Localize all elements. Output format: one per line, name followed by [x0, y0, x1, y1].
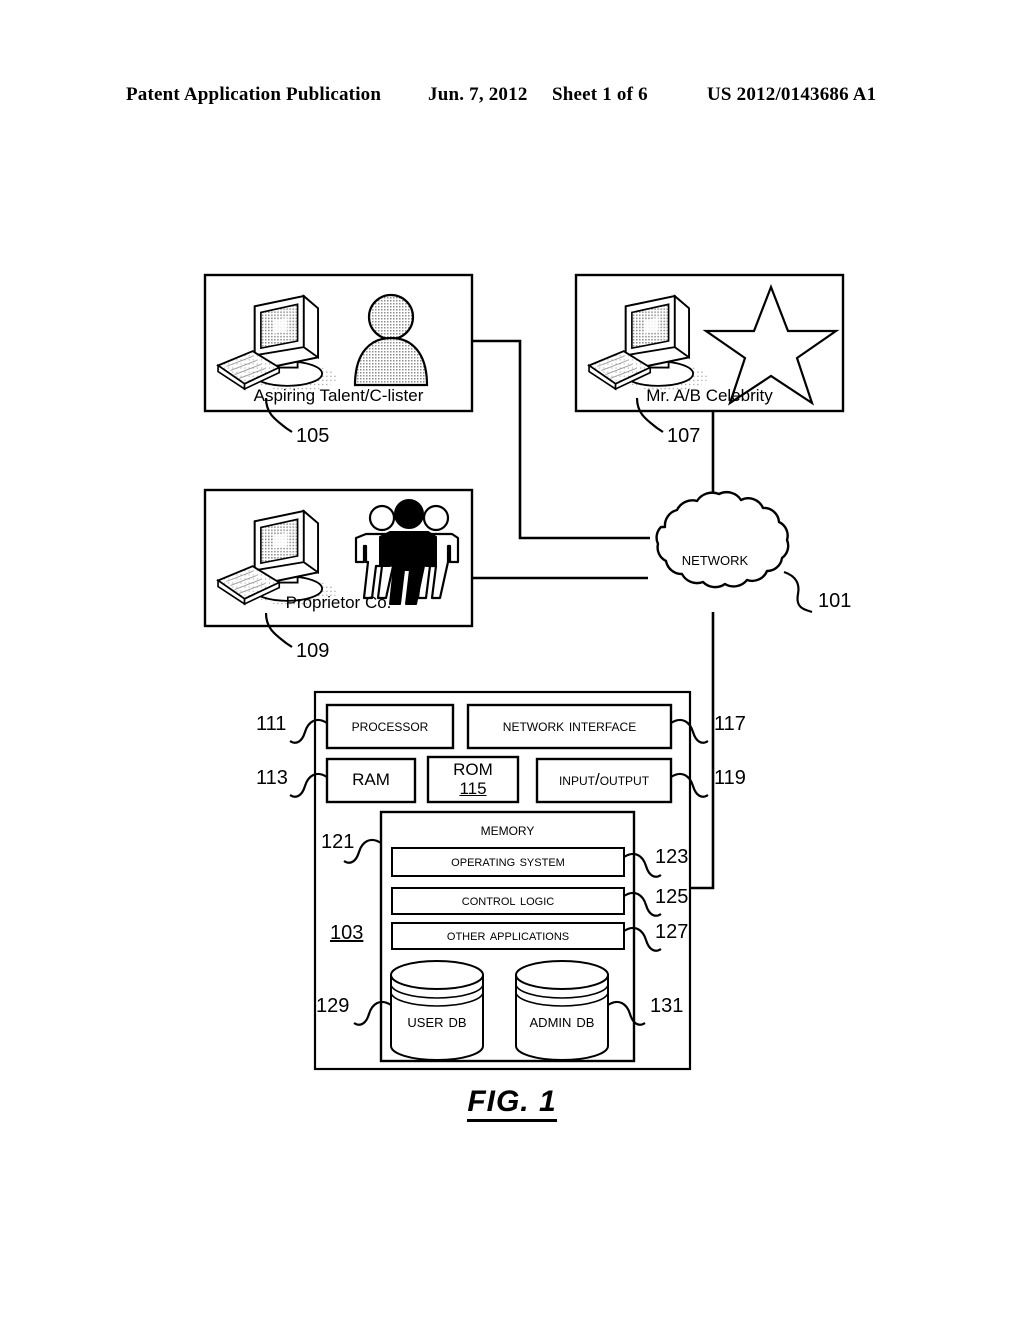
ref-129: 129 — [316, 995, 350, 1017]
ref-127: 127 — [655, 921, 689, 943]
figure-caption-text: FIG. 1 — [467, 1085, 557, 1122]
processor-label: Processor — [351, 716, 429, 735]
ref-117: 117 — [714, 713, 746, 735]
connector-network-to-device — [690, 612, 715, 890]
ref-121: 121 — [321, 831, 355, 853]
leader-101 — [783, 570, 813, 614]
ref-131: 131 — [650, 995, 684, 1017]
admin-db-label: Admin DB — [529, 1011, 595, 1031]
terminal-box-105 — [203, 273, 474, 433]
ref-119: 119 — [714, 767, 746, 789]
ref-101: 101 — [818, 590, 852, 612]
ref-107: 107 — [667, 425, 701, 447]
memory-label: Memory — [480, 820, 535, 839]
terminal-label-aspiring-talent: Aspiring Talent/C-lister — [253, 386, 424, 405]
ram-label: RAM — [352, 770, 390, 789]
terminal-label-proprietor: Proprietor Co. — [285, 593, 392, 612]
terminal-label-celebrity: Mr. A/B Celebrity — [646, 386, 773, 405]
input-output-label: Input/output — [558, 770, 650, 789]
network-interface-label: Network interface — [502, 716, 637, 735]
operating-system-label: Operating system — [451, 853, 565, 870]
three-people-icon — [354, 499, 460, 605]
terminal-box-107 — [574, 273, 845, 433]
other-applications-label: Other applications — [446, 927, 570, 944]
ref-105: 105 — [296, 425, 330, 447]
ref-123: 123 — [655, 846, 689, 868]
computing-device-box — [313, 690, 692, 1071]
figure-caption: FIG. 1 — [0, 1085, 1024, 1122]
rom-label: ROM — [453, 760, 493, 779]
ref-113: 113 — [256, 767, 288, 789]
ref-125: 125 — [655, 886, 689, 908]
ref-115: 115 — [459, 779, 487, 798]
control-logic-label: Control logic — [461, 892, 555, 909]
ref-111: 111 — [256, 713, 287, 735]
network-label: Network — [681, 549, 749, 570]
ref-103: 103 — [330, 922, 364, 944]
user-db-label: User DB — [407, 1011, 467, 1031]
ref-109: 109 — [296, 640, 330, 662]
patent-figure-1: Aspiring Talent/C-lister Mr. A/B Celebri… — [0, 0, 1024, 1320]
terminal-box-109 — [203, 488, 474, 648]
